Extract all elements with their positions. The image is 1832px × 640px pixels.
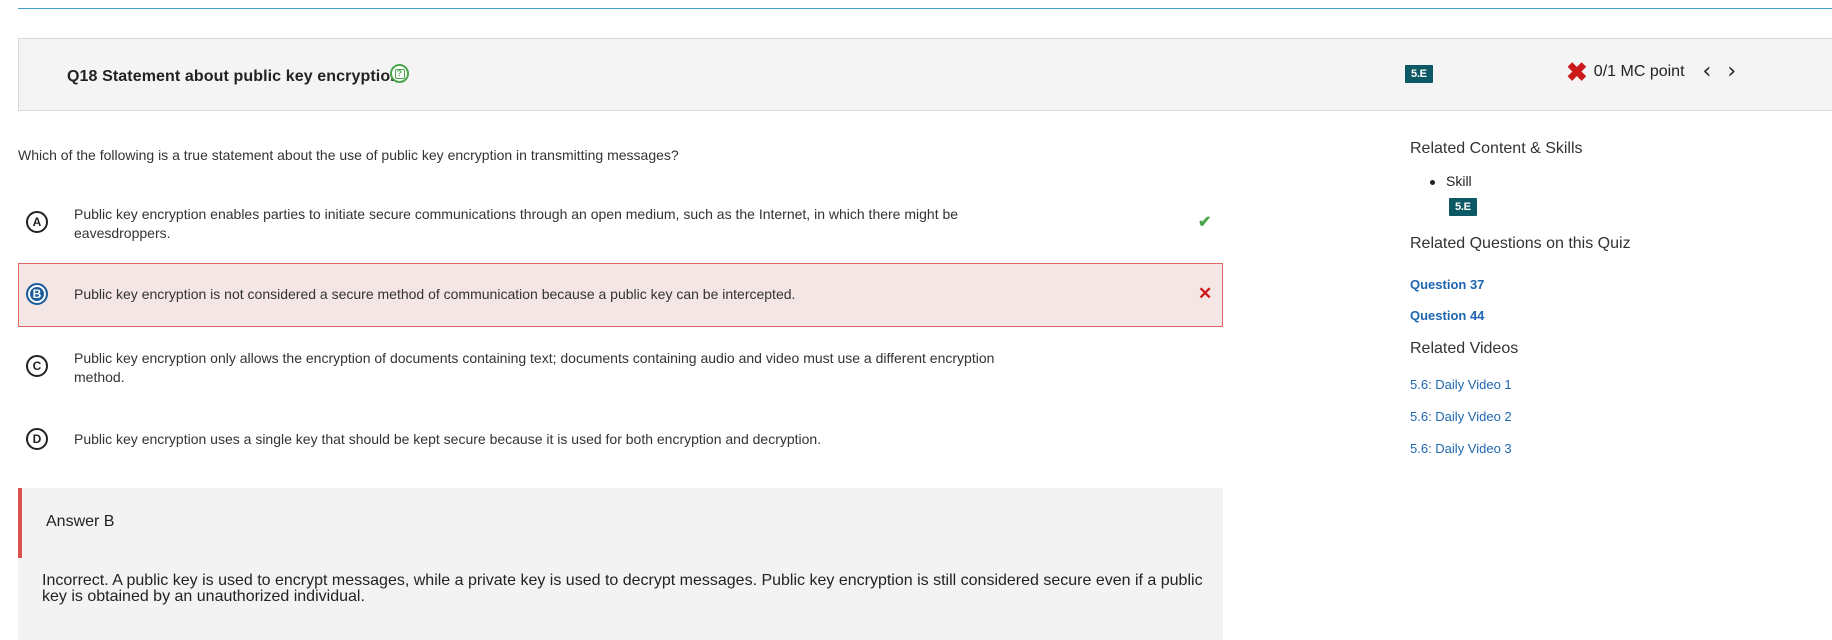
- skill-label: Skill: [1446, 173, 1472, 189]
- help-icon[interactable]: ?: [390, 64, 409, 83]
- choice-letter: B: [26, 283, 48, 305]
- next-question-button[interactable]: ›: [1727, 61, 1736, 83]
- top-divider: [18, 8, 1832, 9]
- choice-text: Public key encryption uses a single key …: [74, 431, 822, 447]
- choice-text: Public key encryption enables parties to…: [74, 206, 959, 241]
- related-video-link[interactable]: 5.6: Daily Video 1: [1410, 377, 1512, 392]
- skill-badge: 5.E: [1405, 64, 1433, 83]
- checkmark-icon: ✔: [1198, 214, 1212, 231]
- question-prompt: Which of the following is a true stateme…: [18, 147, 679, 163]
- answer-explanation: Incorrect. A public key is used to encry…: [42, 572, 1203, 605]
- score-area: ✖ 0/1 MC point ‹ ›: [1566, 57, 1736, 87]
- score-text: 0/1 MC point: [1593, 63, 1685, 80]
- answer-panel: Answer B Incorrect. A public key is used…: [18, 488, 1223, 640]
- related-content-heading: Related Content & Skills: [1410, 140, 1583, 157]
- previous-question-button[interactable]: ‹: [1703, 61, 1712, 83]
- bullet: [1430, 179, 1435, 185]
- related-question-link[interactable]: Question 37: [1410, 277, 1484, 292]
- related-video-link[interactable]: 5.6: Daily Video 2: [1410, 409, 1512, 424]
- related-video-link[interactable]: 5.6: Daily Video 3: [1410, 441, 1512, 456]
- choice-c[interactable]: C Public key encryption only allows the …: [18, 349, 1223, 385]
- choice-a[interactable]: A Public key encryption enables parties …: [18, 205, 1223, 241]
- choice-b[interactable]: B Public key encryption is not considere…: [18, 263, 1223, 327]
- answer-label: Answer B: [46, 513, 115, 530]
- x-icon: ✖: [1566, 57, 1588, 87]
- choice-text: Public key encryption is not considered …: [74, 286, 796, 302]
- choice-text: Public key encryption only allows the en…: [74, 350, 995, 385]
- choice-letter: D: [26, 428, 48, 450]
- question-title: Q18 Statement about public key encryptio…: [67, 68, 401, 85]
- choice-d[interactable]: D Public key encryption uses a single ke…: [18, 428, 1223, 452]
- related-videos-heading: Related Videos: [1410, 340, 1519, 357]
- close-icon: ✕: [1198, 284, 1213, 303]
- related-questions-heading: Related Questions on this Quiz: [1410, 235, 1631, 252]
- choice-letter: A: [26, 211, 48, 233]
- answer-accent-bar: [18, 488, 22, 558]
- question-header: Q18 Statement about public key encryptio…: [18, 38, 1832, 111]
- skill-list-item: Skill: [1430, 173, 1472, 189]
- choice-letter: C: [26, 355, 48, 377]
- sidebar-skill-badge: 5.E: [1449, 197, 1477, 216]
- related-question-link[interactable]: Question 44: [1410, 308, 1484, 323]
